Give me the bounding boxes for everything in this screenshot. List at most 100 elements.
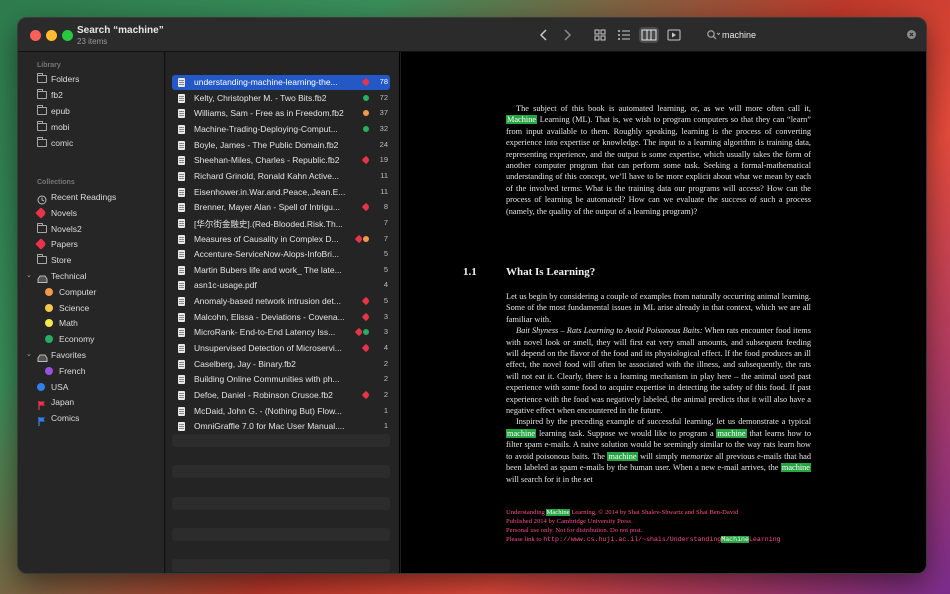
sidebar-item-japan[interactable]: Japan [18,394,165,411]
sidebar-item-recent-readings[interactable]: Recent Readings [18,189,165,205]
forward-button[interactable] [560,27,574,43]
list-item[interactable]: Kelty, Christopher M. - Two Bits.fb2 72 [172,91,390,106]
list-item[interactable]: Machine-Trading-Deploying-Comput... 32 [172,122,390,137]
list-item[interactable]: Unsupervised Detection of Microservi... 4 [172,341,390,356]
result-title: Unsupervised Detection of Microservi... [194,343,342,354]
list-item[interactable]: Defoe, Daniel - Robinson Crusoe.fb2 2 [172,388,390,403]
match-count: 24 [379,139,388,149]
sidebar-item-math[interactable]: Math [18,315,165,331]
list-item[interactable]: Richard Grinold, Ronald Kahn Active... 11 [172,169,390,184]
match-count: 11 [380,186,388,196]
list-item[interactable]: MicroRank- End-to-End Latency Iss... 3 [172,325,390,340]
chevron-down-icon[interactable]: ⌄ [26,271,32,279]
list-item[interactable]: asn1c-usage.pdf 4 [172,278,390,293]
empty-row [172,559,390,573]
match-count: 4 [383,280,388,290]
list-item[interactable]: McDaid, John G. - (Nothing But) Flow... 1 [172,404,390,419]
sidebar-item-science[interactable]: Science [18,300,165,316]
result-title: Building Online Communities with ph... [194,374,340,385]
sidebar-item-label: Comics [51,413,80,424]
sidebar-item-economy[interactable]: Economy [18,331,165,347]
list-item[interactable]: Martin Bubers life and work_ The late...… [172,263,390,278]
list-item[interactable]: OmniGraffle 7.0 for Mac User Manual.... 1 [172,419,390,434]
flag-icon [37,397,47,411]
match-count: 3 [383,327,388,337]
sidebar-item-comics[interactable]: Comics [18,410,165,427]
search-input[interactable] [722,27,892,43]
dot-icon [45,319,53,328]
search-highlight: Machine [506,115,538,125]
sidebar-item-technical[interactable]: ⌄ Technical [18,268,165,284]
sidebar-item-favorites[interactable]: ⌄ Favorites [18,347,165,363]
empty-row [172,512,390,525]
sidebar-item-papers[interactable]: Papers [18,236,165,252]
search-highlight: machine [607,451,638,461]
sidebar-item-label: epub [51,106,70,116]
sidebar-item-mobi[interactable]: mobi [18,119,165,135]
sidebar-item-novels[interactable]: Novels [18,205,165,221]
list-item[interactable]: understanding-machine-learning-the... 78 [172,75,390,90]
list-item[interactable]: Anomaly-based network intrusion det... 5 [172,294,390,309]
close-window-button[interactable] [30,30,41,41]
sidebar-item-label: Favorites [51,350,86,360]
sidebar-item-folders[interactable]: Folders [18,71,165,87]
result-title: Defoe, Daniel - Robinson Crusoe.fb2 [194,390,333,400]
list-item[interactable]: Williams, Sam - Free as in Freedom.fb2 37 [172,106,390,121]
result-title: OmniGraffle 7.0 for Mac User Manual.... [194,421,345,432]
list-item[interactable]: Sheehan-Miles, Charles - Republic.fb2 19 [172,153,390,168]
result-title: [华尔街金融史].(Red-Blooded.Risk.Th... [194,218,343,229]
empty-row [172,544,390,557]
list-item[interactable]: [华尔街金融史].(Red-Blooded.Risk.Th... 7 [172,216,390,231]
sidebar-item-epub[interactable]: epub [18,103,165,119]
document-icon [178,218,185,228]
list-item[interactable]: Caselberg, Jay - Binary.fb2 2 [172,357,390,372]
tray-icon [37,350,48,362]
clock-icon [37,192,47,205]
result-title: Malcohn, Elissa - Deviations - Covena... [194,311,345,322]
chevron-left-icon [539,29,547,41]
slideshow-button[interactable] [665,27,683,43]
empty-row [172,450,390,463]
dot-icon [45,335,53,344]
sidebar-item-comic[interactable]: comic [18,135,165,151]
list-view-button[interactable] [615,27,633,43]
sidebar-item-store[interactable]: Store [18,252,165,268]
chevron-down-icon[interactable]: ⌄ [26,350,32,358]
list-item[interactable]: Accenture-ServiceNow-Alops-InfoBri... 5 [172,247,390,262]
result-title: Machine-Trading-Deploying-Comput... [194,123,338,134]
result-title: Kelty, Christopher M. - Two Bits.fb2 [194,92,327,103]
list-item[interactable]: Building Online Communities with ph... 2 [172,372,390,387]
sidebar-item-usa[interactable]: USA [18,379,165,395]
list-item[interactable]: Measures of Causality in Complex D... 7 [172,232,390,247]
column-view-button[interactable] [639,27,659,43]
back-button[interactable] [537,27,551,43]
sidebar-item-novels2[interactable]: Novels2 [18,221,165,237]
sidebar-item-fb2[interactable]: fb2 [18,87,165,103]
folder-icon [37,137,47,147]
sidebar-item-french[interactable]: French [18,363,165,379]
list-item[interactable]: Eisenhower.in.War.and.Peace,.Jean.E... 11 [172,185,390,200]
match-count: 5 [383,264,388,274]
doc-section-body: Let us begin by considering a couple of … [506,291,811,485]
sidebar-item-label: Papers [51,239,78,250]
list-icon [618,30,630,40]
clear-search-button[interactable] [907,30,916,39]
list-item[interactable]: Boyle, James - The Public Domain.fb2 24 [172,138,390,153]
zoom-window-button[interactable] [62,30,73,41]
minimize-window-button[interactable] [46,30,57,41]
dot-icon [37,382,45,391]
document-preview[interactable]: The subject of this book is automated le… [401,52,926,573]
search-box[interactable] [704,27,920,43]
sidebar-item-computer[interactable]: Computer [18,284,165,300]
result-title: MicroRank- End-to-End Latency Iss... [194,327,336,338]
list-item[interactable]: Brenner, Mayer Alan - Spell of Intrigu..… [172,200,390,215]
grid-view-button[interactable] [591,27,609,43]
tag-icon [354,328,364,337]
tag-icon [35,238,47,251]
document-icon [178,297,185,307]
dot-icon [45,366,53,375]
list-item[interactable]: Malcohn, Elissa - Deviations - Covena...… [172,310,390,325]
grid-icon [594,29,606,41]
document-icon [178,187,185,197]
document-icon [178,328,185,338]
